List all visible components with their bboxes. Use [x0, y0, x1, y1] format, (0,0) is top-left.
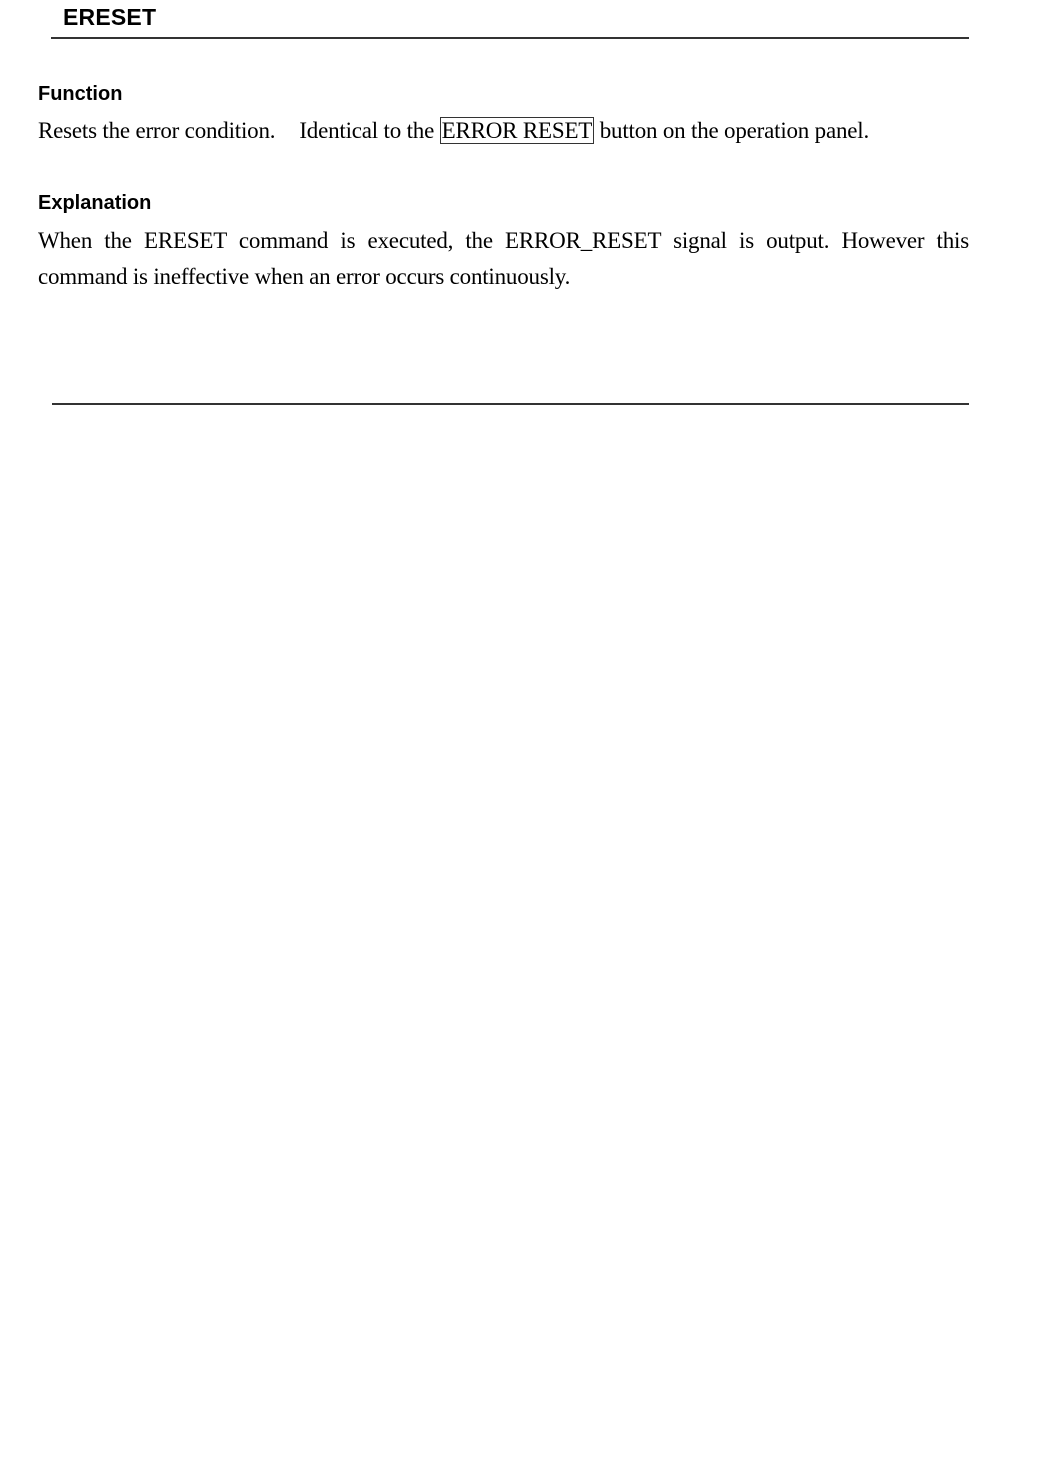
explanation-heading: Explanation — [38, 192, 152, 214]
explanation-sentence-1: When the ERESET command is executed, the… — [38, 228, 830, 253]
manual-page: ERESET Function Resets the error conditi… — [0, 0, 1038, 1472]
explanation-description: When the ERESET command is executed, the… — [38, 223, 973, 295]
function-description: Resets the error condition. Identical to … — [38, 113, 973, 149]
function-sentence-2-end: button on the operation panel. — [599, 118, 870, 143]
header-divider — [51, 37, 969, 39]
error-reset-button-reference: ERROR RESET — [439, 117, 595, 144]
command-title: ERESET — [63, 4, 157, 30]
function-sentence-1: Resets the error condition. — [38, 118, 276, 143]
explanation-line-1: When the ERESET command is executed, the… — [38, 223, 969, 259]
explanation-line-2: command is ineffective when an error occ… — [38, 264, 571, 289]
function-sentence-2-start: Identical to the — [299, 118, 435, 143]
explanation-sentence-2-start: However this — [841, 228, 969, 253]
footer-divider — [52, 403, 969, 405]
function-heading: Function — [38, 83, 123, 105]
